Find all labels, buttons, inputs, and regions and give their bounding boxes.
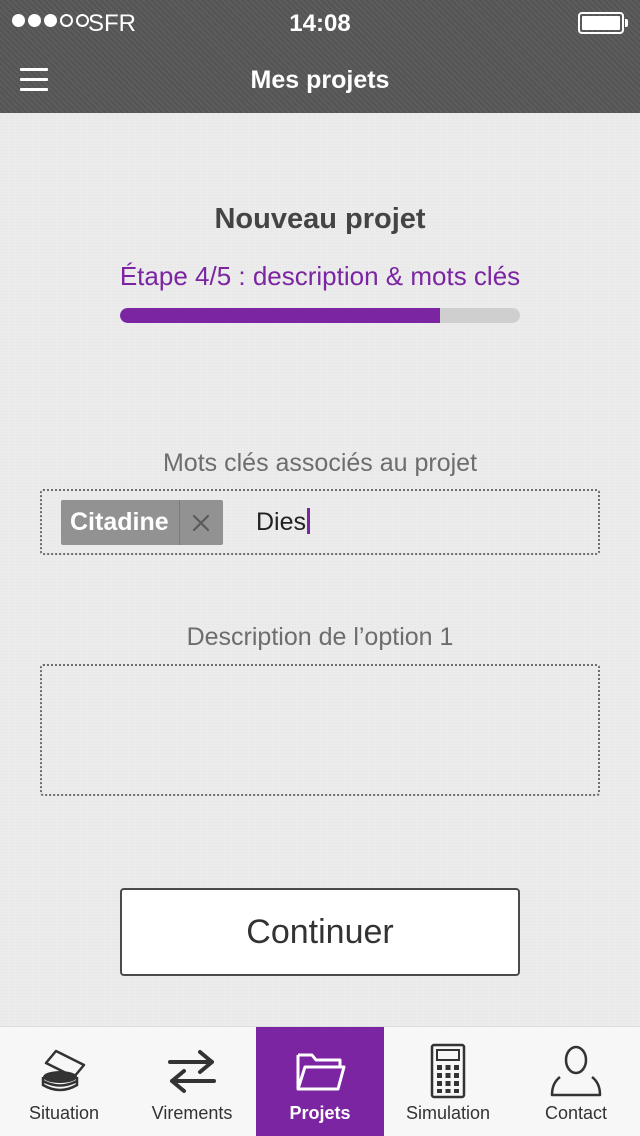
text-caret [307,508,311,534]
tab-label: Simulation [405,1103,491,1123]
step-progress-bar [120,308,520,323]
main-content: Nouveau projet Étape 4/5 : description &… [0,113,640,1026]
calculator-icon [430,1043,466,1099]
tab-situation[interactable]: Situation [0,1027,128,1136]
status-time: 14:08 [289,10,351,37]
keyword-tag-label: Citadine [70,508,169,536]
step-progress-fill [120,308,440,323]
step-label: Étape 4/5 : description & mots clés [119,261,521,291]
tab-label: Situation [28,1103,100,1123]
coins-icon [41,1049,86,1092]
folder-icon [296,1053,346,1091]
description-label: Description de l’option 1 [186,623,454,651]
page-title: Mes projets [250,66,390,94]
form-heading: Nouveau projet [214,203,426,235]
nav-bar: Mes projets [0,46,640,113]
keyword-tag: Citadine [61,500,223,545]
continue-button[interactable]: Continuer [120,888,520,976]
tab-projets[interactable]: Projets [256,1027,384,1136]
tab-label: Contact [544,1103,608,1123]
top-bar: SFR 14:08 Mes projets [0,0,640,113]
close-icon[interactable] [178,500,223,545]
tab-simulation[interactable]: Simulation [384,1027,512,1136]
keywords-label: Mots clés associés au projet [162,449,478,477]
user-icon [550,1045,602,1097]
tab-label: Virements [151,1103,233,1123]
transfer-arrows-icon [168,1050,216,1093]
description-field[interactable] [40,664,600,796]
tab-bar: Situation Virements Projets Simulation C… [0,1026,640,1136]
battery-icon [578,12,628,34]
keywords-field[interactable]: Citadine Dies [40,489,600,555]
keywords-input-value: Dies [256,508,307,536]
tab-contact[interactable]: Contact [512,1027,640,1136]
tab-virements[interactable]: Virements [128,1027,256,1136]
tab-label: Projets [289,1103,351,1123]
keywords-input[interactable]: Dies [256,502,311,542]
status-bar: SFR 14:08 [0,0,640,46]
